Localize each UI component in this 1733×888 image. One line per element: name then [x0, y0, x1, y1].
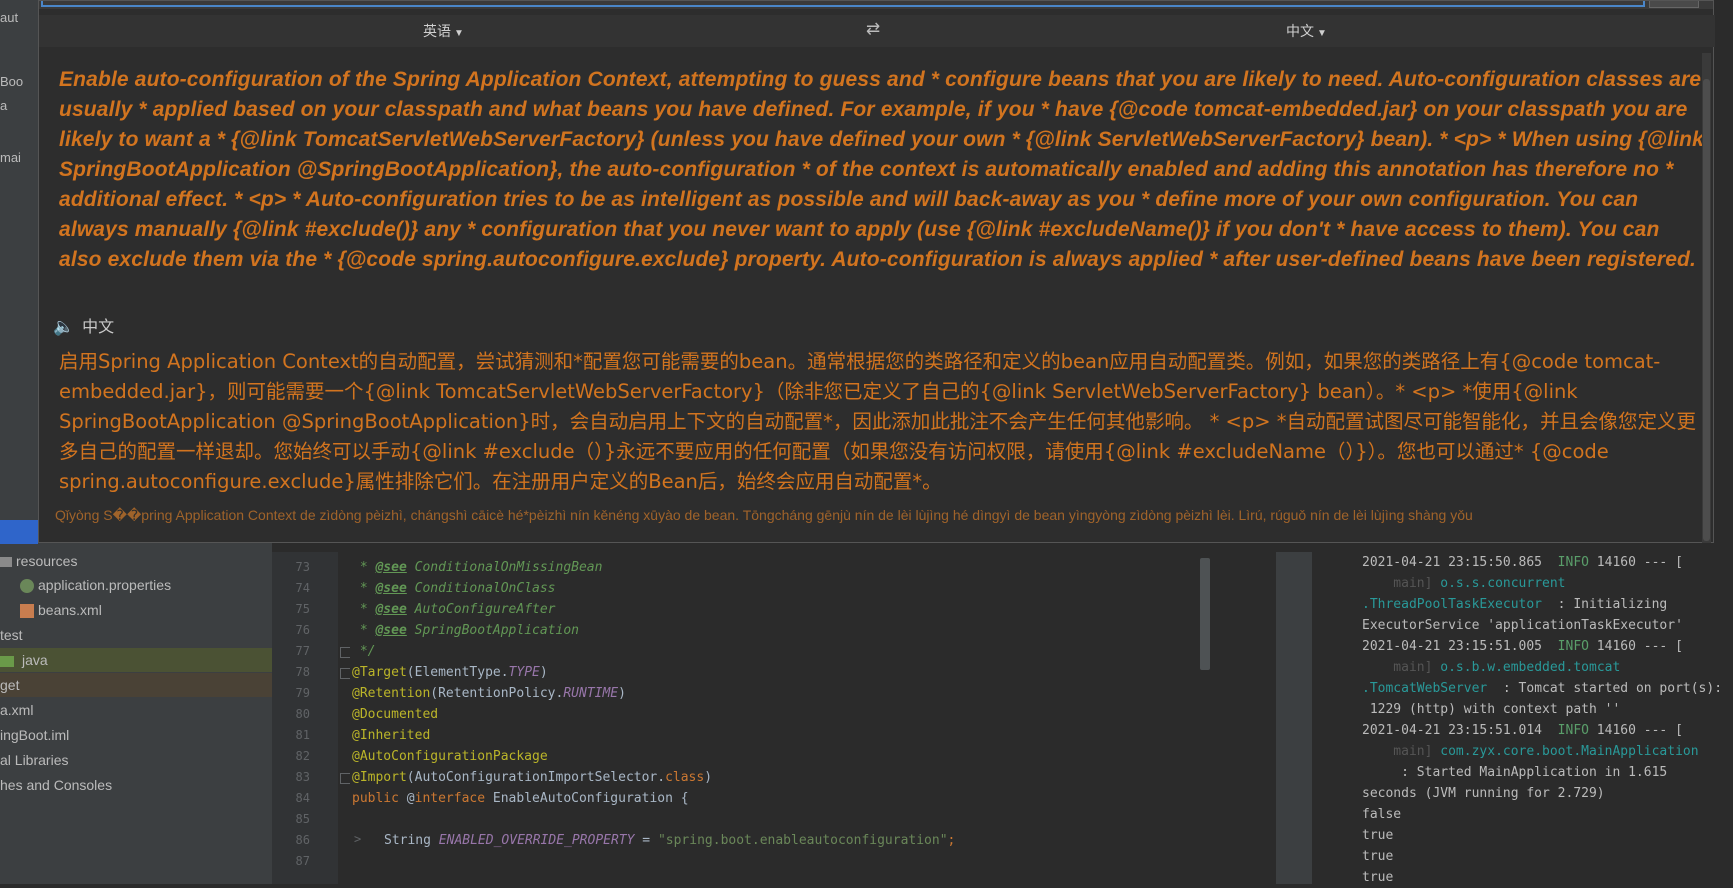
tree-item-test[interactable]: test	[0, 623, 272, 647]
code-line: * @see AutoConfigureAfter	[352, 602, 556, 617]
console-line: 2021-04-21 23:15:51.005 INFO 14160 --- [	[1362, 639, 1683, 654]
code-line: String ENABLED_OVERRIDE_PROPERTY = "spri…	[384, 833, 956, 848]
line-number: 78	[295, 665, 310, 679]
console-line: main] o.s.s.concurrent	[1362, 576, 1566, 591]
code-line: * @see ConditionalOnClass	[352, 581, 556, 596]
xml-file-icon	[20, 604, 34, 619]
line-number: 79	[295, 686, 310, 700]
code-line: @Import(AutoConfigurationImportSelector.…	[352, 770, 713, 785]
code-editor[interactable]: * @see ConditionalOnMissingBean * @see C…	[350, 552, 1275, 884]
tts-row[interactable]: 🔈 中文	[53, 313, 114, 337]
pinyin-text: Qǐyòng S��pring Application Context de z…	[55, 507, 1473, 523]
cut-label: mai	[0, 150, 21, 165]
line-number: 84	[295, 791, 310, 805]
popup-scroll-thumb[interactable]	[1703, 79, 1710, 541]
folder-green-icon	[0, 655, 14, 667]
chevron-right-icon[interactable]: >	[354, 832, 361, 846]
translation-popup: 英语 ▼ ⇄ 中文 ▼ Enable auto-configuration of t…	[38, 0, 1715, 543]
speaker-icon[interactable]: 🔈	[53, 317, 74, 336]
tree-item-external-libraries[interactable]: al Libraries	[0, 748, 272, 772]
source-language-select[interactable]: 英语 ▼	[423, 21, 464, 41]
caret-down-icon: ▼	[1317, 28, 1327, 39]
line-number-gutter: 73 74 75 76 77 78 79 80 81 82 83 84 85 8…	[272, 552, 338, 884]
translated-text: 启用Spring Application Context的自动配置，尝试猜测和*…	[59, 350, 1697, 493]
source-input-edge[interactable]	[41, 1, 1645, 7]
code-line: * @see ConditionalOnMissingBean	[352, 560, 603, 575]
console-line: : Started MainApplication in 1.615	[1362, 765, 1668, 780]
selection-marker	[0, 520, 38, 544]
editor-scrollbar[interactable]	[1200, 558, 1210, 670]
run-console: 2021-04-21 23:15:50.865 INFO 14160 --- […	[1346, 552, 1733, 885]
code-line: @Documented	[352, 707, 439, 722]
tree-item-pom-xml[interactable]: a.xml	[0, 698, 272, 722]
code-line: @Inherited	[352, 728, 431, 743]
code-line: public @interface EnableAutoConfiguratio…	[352, 791, 689, 806]
line-number: 87	[295, 854, 310, 868]
editor-side-strip	[1276, 552, 1312, 884]
target-language-select[interactable]: 中文 ▼	[1286, 21, 1327, 41]
console-line: ExecutorService 'applicationTaskExecutor…	[1362, 618, 1683, 633]
line-number: 80	[295, 707, 310, 721]
tree-item-scratches[interactable]: hes and Consoles	[0, 773, 272, 797]
cut-label: Boo	[0, 74, 24, 89]
properties-file-icon	[20, 579, 34, 594]
tree-item-target[interactable]: get	[0, 673, 272, 697]
console-line: false	[1362, 804, 1402, 825]
line-number: 73	[295, 560, 310, 574]
cut-label: aut	[0, 10, 19, 25]
tree-item-beans-xml[interactable]: beans.xml	[0, 598, 272, 622]
swap-arrows-icon[interactable]: ⇄	[866, 19, 880, 39]
console-line: main] com.zyx.core.boot.MainApplication	[1362, 744, 1699, 759]
line-number: 76	[295, 623, 310, 637]
code-line: @AutoConfigurationPackage	[352, 749, 548, 764]
tree-item-iml[interactable]: ingBoot.iml	[0, 723, 272, 747]
console-line: main] o.s.b.w.embedded.tomcat	[1362, 660, 1621, 675]
console-line: true	[1362, 849, 1394, 864]
code-line: @Target(ElementType.TYPE)	[352, 665, 548, 680]
line-number: 77	[295, 644, 310, 658]
console-line: true	[1362, 870, 1394, 885]
line-number: 85	[295, 812, 310, 826]
line-number: 82	[295, 749, 310, 763]
tree-item-application-properties[interactable]: application.properties	[0, 573, 272, 597]
console-line: .TomcatWebServer : Tomcat started on por…	[1362, 681, 1723, 696]
console-line: 2021-04-21 23:15:51.014 INFO 14160 --- [	[1362, 723, 1683, 738]
folder-icon	[0, 557, 12, 568]
line-number: 86	[295, 833, 310, 847]
code-line: */	[352, 644, 376, 659]
tree-item-resources[interactable]: resources	[0, 549, 272, 573]
console-line: seconds (JVM running for 2.729)	[1362, 786, 1605, 801]
code-line: * @see SpringBootApplication	[352, 623, 579, 638]
tree-item-java[interactable]: java	[0, 648, 272, 672]
console-line: 2021-04-21 23:15:50.865 INFO 14160 --- [	[1362, 555, 1683, 570]
code-line: @Retention(RetentionPolicy.RUNTIME)	[352, 686, 626, 701]
language-bar: 英语 ▼ ⇄ 中文 ▼	[39, 15, 1715, 47]
line-number: 74	[295, 581, 310, 595]
console-line: .ThreadPoolTaskExecutor : Initializing	[1362, 597, 1668, 612]
console-line: 1229 (http) with context path ''	[1362, 702, 1621, 717]
translate-button[interactable]	[1649, 1, 1699, 8]
line-number: 75	[295, 602, 310, 616]
console-line: true	[1362, 828, 1394, 843]
cut-label: a	[0, 98, 8, 113]
caret-down-icon: ▼	[454, 28, 464, 39]
tts-language-label: 中文	[82, 319, 115, 336]
line-number: 83	[295, 770, 310, 784]
source-text: Enable auto-configuration of the Spring …	[59, 68, 1704, 271]
line-number: 81	[295, 728, 310, 742]
popup-top-bar	[39, 1, 1713, 9]
